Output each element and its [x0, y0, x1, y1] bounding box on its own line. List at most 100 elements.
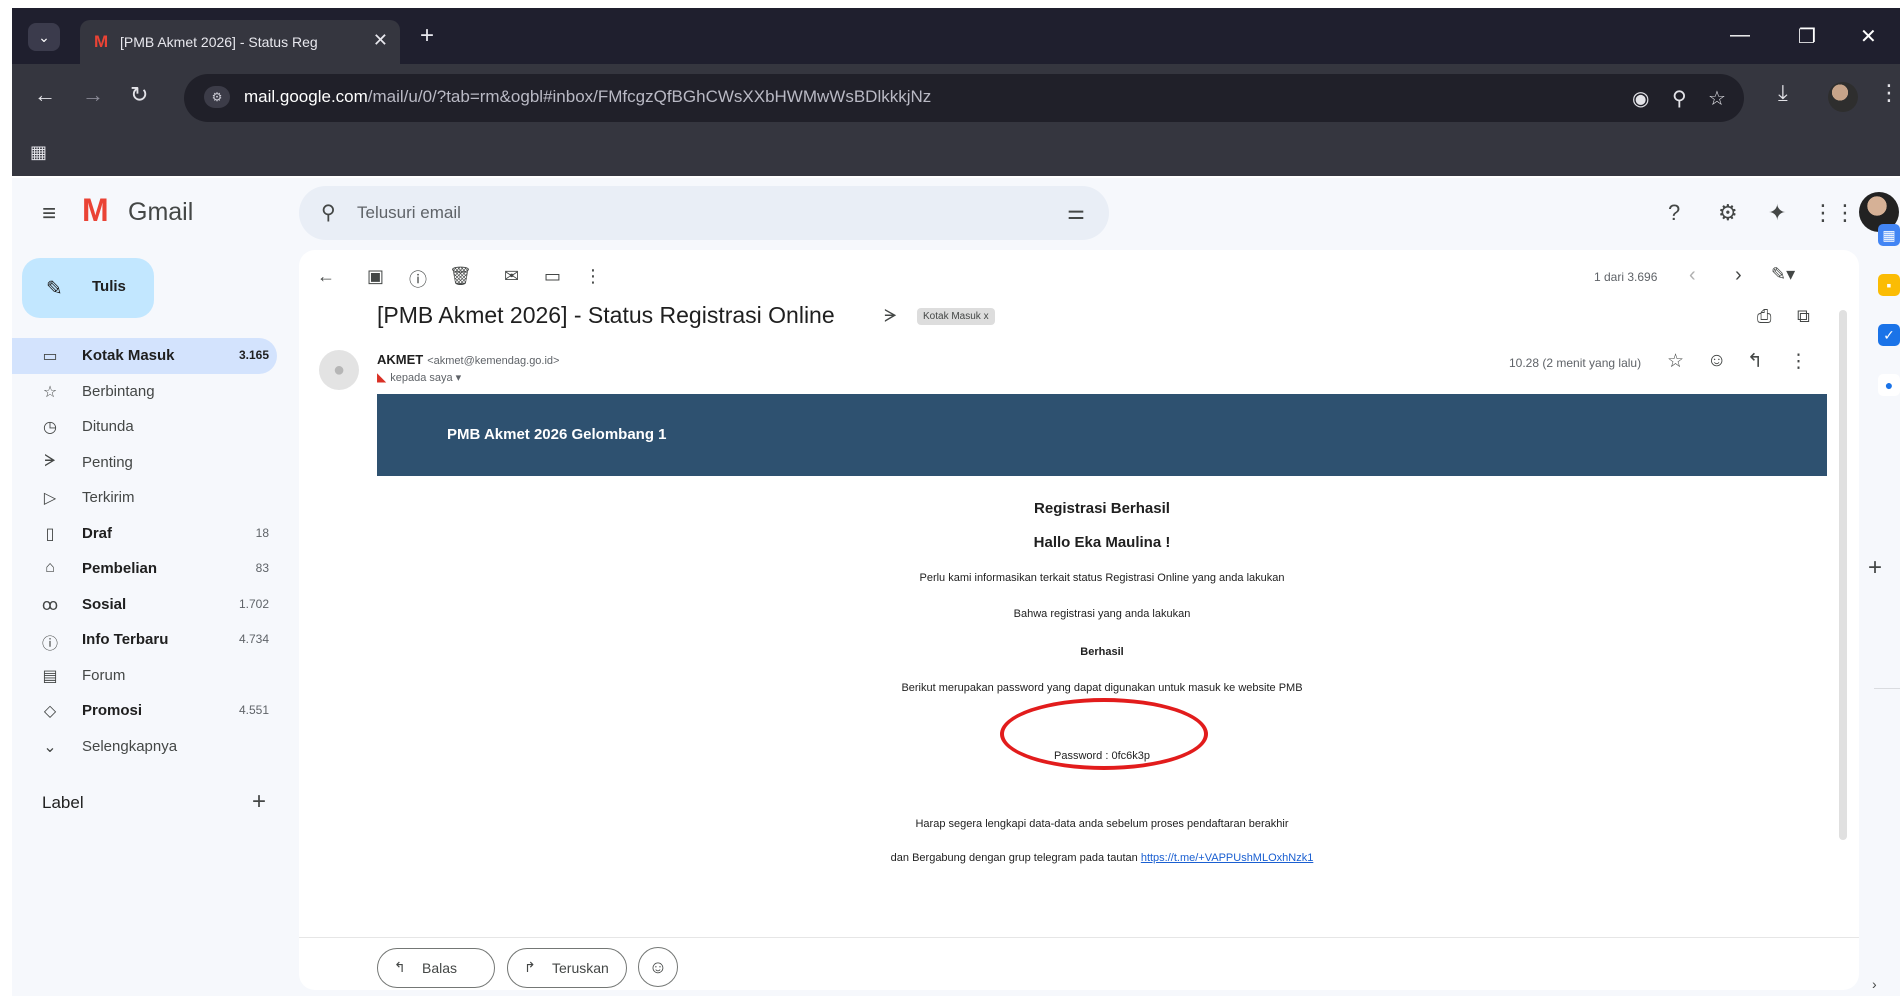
- sidebar-item-selengkapnya[interactable]: ⌄ Selengkapnya: [12, 729, 277, 765]
- search-input[interactable]: [357, 196, 997, 230]
- calendar-icon[interactable]: ▦: [1878, 224, 1900, 246]
- sidebar-item-info-terbaru[interactable]: ⓘ Info Terbaru 4.734: [12, 622, 277, 658]
- back-icon[interactable]: ←: [34, 82, 56, 108]
- sidebar-item-draf[interactable]: ▯ Draf 18: [12, 516, 277, 552]
- sidebar-item-forum[interactable]: ▤ Forum: [12, 658, 277, 694]
- tab-search-dropdown[interactable]: ⌄: [28, 23, 60, 51]
- print-icon[interactable]: ⎙: [1757, 306, 1771, 327]
- browser-tab[interactable]: M [PMB Akmet 2026] - Status Reg ✕: [80, 20, 400, 64]
- download-icon[interactable]: ⤓: [1778, 80, 1788, 106]
- delete-icon[interactable]: 🗑: [449, 266, 472, 287]
- report-spam-icon[interactable]: ⓘ: [409, 266, 427, 292]
- input-tools-icon[interactable]: ✎▾: [1771, 264, 1795, 285]
- sidebar-item-label: Selengkapnya: [82, 737, 178, 755]
- bookmark-star-icon[interactable]: ☆: [1708, 86, 1726, 111]
- create-label-plus-icon[interactable]: +: [252, 788, 266, 816]
- more-options-icon[interactable]: ⋮: [584, 266, 602, 287]
- sidebar-item-berbintang[interactable]: ☆ Berbintang: [12, 374, 277, 410]
- browser-profile-avatar[interactable]: [1828, 82, 1858, 112]
- sidebar-item-ditunda[interactable]: ◷ Ditunda: [12, 409, 277, 445]
- compose-button[interactable]: ✎ Tulis: [22, 258, 154, 318]
- minimize-icon[interactable]: —: [1730, 24, 1750, 47]
- password-highlight-circle: [1000, 698, 1208, 770]
- gmail-favicon-icon: M: [94, 32, 109, 51]
- contacts-icon[interactable]: ●: [1878, 374, 1900, 396]
- keep-icon[interactable]: ▪: [1878, 274, 1900, 296]
- archive-icon[interactable]: ▣: [367, 266, 384, 287]
- browser-menu-icon[interactable]: ⋮: [1878, 80, 1900, 106]
- gmail-logo-text[interactable]: Gmail: [128, 198, 193, 227]
- new-tab-button[interactable]: +: [420, 22, 434, 50]
- message-more-icon[interactable]: ⋮: [1789, 350, 1808, 373]
- sidebar-item-pembelian[interactable]: ⌂ Pembelian 83: [12, 551, 277, 587]
- draft-icon: ▯: [45, 525, 55, 543]
- reply-icon[interactable]: ↰: [1747, 350, 1763, 373]
- sidebar-item-count: 83: [255, 561, 269, 575]
- recipient-line[interactable]: ◣ kepada saya ▾: [377, 370, 461, 384]
- reply-button[interactable]: ↰ Balas: [377, 948, 495, 988]
- zoom-icon[interactable]: ⚲: [1672, 86, 1687, 111]
- forward-button[interactable]: ↱ Teruskan: [507, 948, 627, 988]
- search-bar: ⚲ ⚌: [299, 186, 1109, 240]
- sidebar-item-sosial[interactable]: ꝏ Sosial 1.702: [12, 587, 277, 623]
- inbox-label-chip[interactable]: Kotak Masuk x: [917, 308, 995, 325]
- search-options-icon[interactable]: ⚌: [1067, 200, 1085, 225]
- message-pane: ← ▣ ⓘ 🗑 ✉ ▭ ⋮ 1 dari 3.696 ‹ › ✎▾ [PMB A…: [299, 250, 1859, 990]
- tab-title: [PMB Akmet 2026] - Status Reg: [120, 34, 318, 50]
- close-tab-icon[interactable]: ✕: [373, 30, 388, 51]
- close-window-icon[interactable]: ✕: [1860, 24, 1877, 49]
- mark-unread-icon[interactable]: ✉: [504, 266, 519, 287]
- divider: [299, 937, 1859, 938]
- settings-gear-icon[interactable]: ⚙: [1718, 200, 1738, 226]
- sidebar-item-count: 3.165: [238, 348, 269, 362]
- gemini-sparkle-icon[interactable]: ✦: [1768, 200, 1786, 226]
- address-bar[interactable]: ⚙ mail.google.com/mail/u/0/?tab=rm&ogbl#…: [184, 74, 1744, 122]
- show-side-panel-icon[interactable]: ›: [1872, 976, 1877, 992]
- get-addons-plus-icon[interactable]: +: [1868, 554, 1882, 582]
- email-line-1: Perlu kami informasikan terkait status R…: [919, 572, 1285, 584]
- older-chevron-icon[interactable]: ›: [1735, 264, 1742, 287]
- forward-icon[interactable]: →: [82, 82, 104, 108]
- email-line-4: Harap segera lengkapi data-data anda seb…: [915, 818, 1289, 830]
- sidebar-item-promosi[interactable]: ◇ Promosi 4.551: [12, 693, 277, 729]
- star-message-icon[interactable]: ☆: [1667, 350, 1684, 373]
- sidebar-item-penting[interactable]: ᗒ Penting: [12, 445, 277, 481]
- main-menu-icon[interactable]: ≡: [42, 200, 56, 228]
- sender-avatar: ●: [319, 350, 359, 390]
- sidebar-item-terkirim[interactable]: ▷ Terkirim: [12, 480, 277, 516]
- message-time: 10.28 (2 menit yang lalu): [1509, 356, 1642, 370]
- email-greeting: Hallo Eka Maulina !: [1033, 534, 1171, 551]
- sidebar-nav: ▭ Kotak Masuk 3.165 ☆ Berbintang ◷ Ditunda ᗒ Pen…: [12, 338, 282, 764]
- help-icon[interactable]: ?: [1668, 200, 1680, 226]
- add-reaction-icon[interactable]: ☺: [1707, 350, 1726, 372]
- sidebar-item-kotak-masuk[interactable]: ▭ Kotak Masuk 3.165: [12, 338, 277, 374]
- newer-chevron-icon[interactable]: ‹: [1689, 264, 1696, 287]
- sidebar-item-label: Pembelian: [82, 560, 158, 577]
- chevron-down-icon: ⌄: [43, 738, 57, 756]
- restore-window-icon[interactable]: ❐: [1798, 24, 1816, 49]
- emoji-reaction-icon[interactable]: ☺: [638, 947, 678, 987]
- url-path: /mail/u/0/?tab=rm&ogbl#inbox/FMfcgzQfBGh…: [367, 87, 932, 106]
- sidebar-item-label: Promosi: [82, 702, 143, 719]
- important-icon: ᗒ: [44, 452, 56, 470]
- eye-icon[interactable]: ◉: [1632, 86, 1649, 111]
- reload-icon[interactable]: ↻: [130, 82, 148, 108]
- gmail-logo-icon[interactable]: M: [82, 192, 109, 229]
- email-banner: PMB Akmet 2026 Gelombang 1: [377, 394, 1827, 476]
- apps-grid-icon[interactable]: ▦: [30, 142, 47, 163]
- search-icon[interactable]: ⚲: [321, 200, 336, 225]
- site-info-icon[interactable]: ⚙: [204, 86, 230, 108]
- tasks-icon[interactable]: ✓: [1878, 324, 1900, 346]
- open-new-window-icon[interactable]: ⧉: [1797, 306, 1810, 327]
- pager-text: 1 dari 3.696: [1594, 270, 1658, 284]
- sender-email: <akmet@kemendag.go.id>: [427, 355, 560, 367]
- shopping-bag-icon: ⌂: [45, 559, 55, 576]
- message-scrollbar[interactable]: [1839, 310, 1847, 840]
- important-marker-icon[interactable]: ᗒ: [884, 306, 897, 327]
- telegram-link[interactable]: https://t.me/+VAPPUshMLOxhNzk1: [1141, 852, 1314, 864]
- google-apps-icon[interactable]: ⋮⋮: [1812, 200, 1856, 226]
- url-text[interactable]: mail.google.com/mail/u/0/?tab=rm&ogbl#in…: [244, 87, 931, 107]
- move-to-icon[interactable]: ▭: [544, 266, 561, 287]
- back-to-inbox-icon[interactable]: ←: [317, 266, 335, 287]
- reply-label: Balas: [422, 960, 458, 976]
